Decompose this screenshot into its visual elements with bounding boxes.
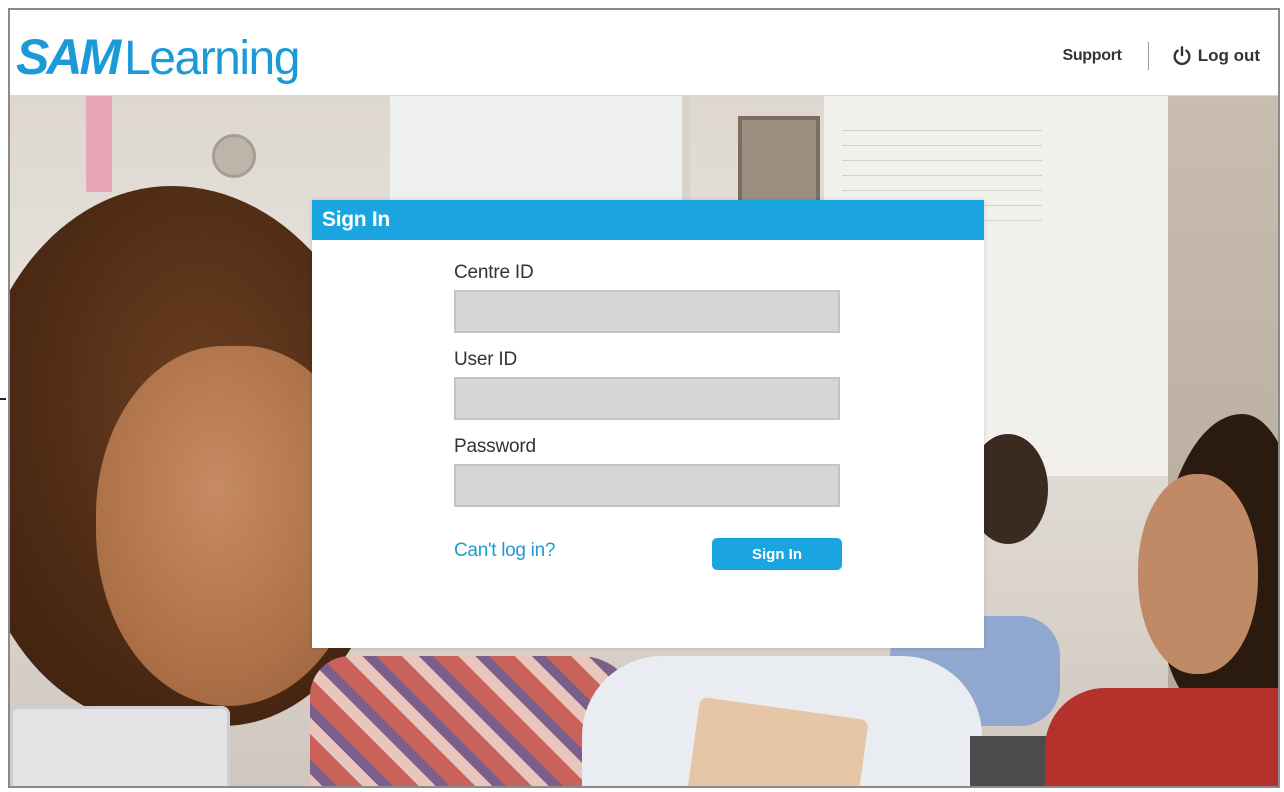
sign-in-button[interactable]: Sign In <box>712 538 842 570</box>
wall-poster <box>86 96 112 192</box>
form-footer: Can't log in? Sign In <box>454 538 842 572</box>
sign-in-form: Centre ID User ID Password <box>454 262 842 523</box>
centre-id-label: Centre ID <box>454 262 534 283</box>
power-icon <box>1173 46 1191 65</box>
user-id-field[interactable] <box>454 377 840 420</box>
browser-frame: SAM Learning Support Log out Sign In Cen… <box>8 8 1280 788</box>
password-field[interactable] <box>454 464 840 507</box>
sign-in-dialog: Sign In Centre ID User ID Password Can't… <box>312 200 984 648</box>
top-navigation: Support Log out <box>1062 42 1260 70</box>
tablet <box>10 706 230 786</box>
logo-sam-text: SAM <box>16 29 121 85</box>
cant-login-link[interactable]: Can't log in? <box>454 540 555 562</box>
user-id-label: User ID <box>454 349 517 370</box>
wall-clock <box>212 134 256 178</box>
window <box>390 96 690 206</box>
logo-learning-text: Learning <box>124 32 300 85</box>
logout-link[interactable]: Log out <box>1171 45 1260 67</box>
dialog-title: Sign In <box>312 200 984 240</box>
nav-divider <box>1147 42 1149 70</box>
centre-id-field[interactable] <box>454 290 840 333</box>
site-header: SAM Learning Support Log out <box>10 10 1278 96</box>
teacher-shirt <box>1045 688 1278 786</box>
password-label: Password <box>454 436 536 457</box>
door <box>738 116 820 204</box>
edge-mark <box>0 398 6 400</box>
logout-label: Log out <box>1197 46 1260 65</box>
teacher-face <box>1138 474 1258 674</box>
support-link[interactable]: Support <box>1062 47 1122 65</box>
sam-learning-logo[interactable]: SAM Learning <box>16 28 300 85</box>
